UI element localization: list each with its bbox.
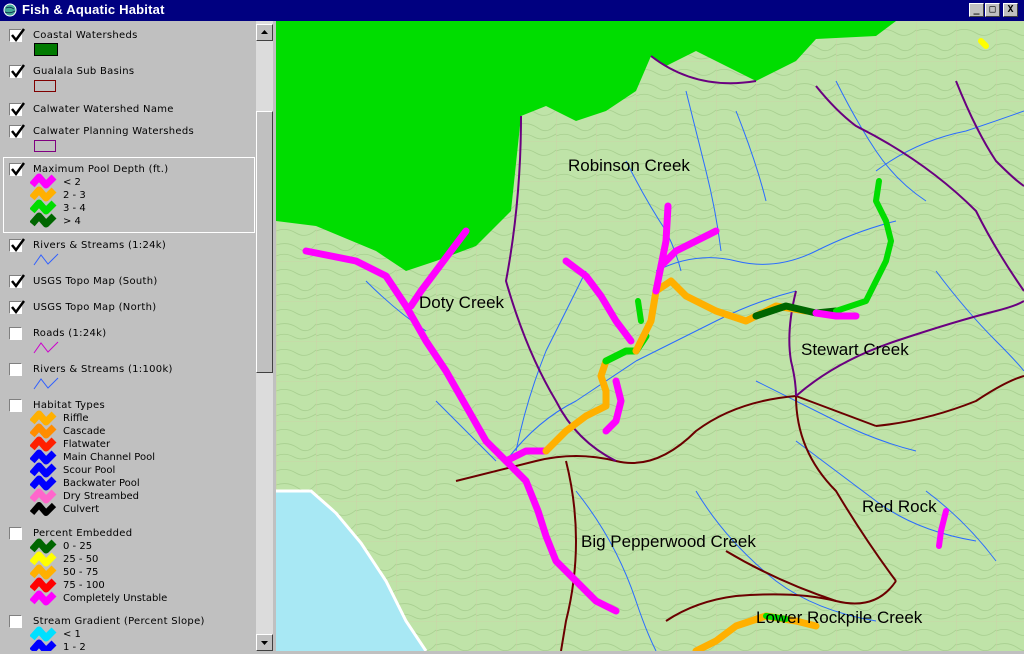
minimize-button[interactable]: _: [969, 3, 984, 17]
class-label: Backwater Pool: [63, 478, 140, 489]
line-swatch: [33, 377, 59, 390]
class-label: 2 - 3: [63, 190, 86, 201]
class-label: 25 - 50: [63, 554, 99, 565]
outline-swatch: [34, 140, 56, 152]
layer-name: Rivers & Streams (1:100k): [33, 364, 173, 375]
down-arrow-icon: [261, 641, 268, 645]
class-label: Main Channel Pool: [63, 452, 155, 463]
layer-checkbox[interactable]: [9, 238, 26, 253]
scroll-thumb[interactable]: [256, 111, 273, 373]
close-button[interactable]: X: [1003, 3, 1018, 17]
layer-checkbox[interactable]: [9, 615, 22, 628]
map-label: Stewart Creek: [801, 340, 909, 359]
map-label: Doty Creek: [419, 293, 505, 312]
map-canvas[interactable]: Robinson Creek Doty Creek Stewart Creek …: [276, 21, 1024, 651]
scroll-down-button[interactable]: [256, 634, 273, 651]
class-label: Completely Unstable: [63, 593, 168, 604]
legend-scrollbar[interactable]: [256, 21, 273, 651]
layer-checkbox[interactable]: [9, 274, 26, 289]
line-swatch: [33, 253, 59, 266]
layer-name: Rivers & Streams (1:24k): [33, 240, 167, 251]
class-label: Dry Streambed: [63, 491, 139, 502]
gradient-swatches: [30, 626, 57, 651]
map-label: Lower Rockpile Creek: [756, 608, 923, 627]
map-label: Robinson Creek: [568, 156, 690, 175]
layer-checkbox[interactable]: [9, 124, 26, 139]
scroll-up-button[interactable]: [256, 24, 273, 41]
class-label: Riffle: [63, 413, 89, 424]
layer-checkbox[interactable]: [9, 300, 26, 315]
layer-checkbox[interactable]: [9, 527, 22, 540]
class-label: Cascade: [63, 426, 106, 437]
layer-checkbox[interactable]: [9, 28, 26, 43]
layer-name: Calwater Watershed Name: [33, 104, 174, 115]
class-label: 3 - 4: [63, 203, 86, 214]
class-label: 75 - 100: [63, 580, 105, 591]
globe-icon: [3, 3, 18, 18]
maximize-button[interactable]: □: [985, 3, 1000, 17]
layer-checkbox[interactable]: [9, 399, 22, 412]
layer-checkbox[interactable]: [9, 102, 26, 117]
class-label: Culvert: [63, 504, 100, 515]
class-label: Scour Pool: [63, 465, 116, 476]
legend-panel[interactable]: Coastal Watersheds Gualala Sub Basins Ca…: [0, 21, 257, 651]
layer-checkbox[interactable]: [9, 327, 22, 340]
map-label: Red Rock: [862, 497, 937, 516]
map-view[interactable]: Robinson Creek Doty Creek Stewart Creek …: [276, 21, 1024, 651]
layer-name: Gualala Sub Basins: [33, 66, 135, 77]
habitat-swatches: [30, 410, 57, 516]
layer-checkbox[interactable]: [9, 64, 26, 79]
layer-name: Calwater Planning Watersheds: [33, 126, 195, 137]
up-arrow-icon: [261, 30, 268, 34]
class-label: Flatwater: [63, 439, 111, 450]
layer-checkbox[interactable]: [9, 162, 26, 177]
class-label: 0 - 25: [63, 541, 93, 552]
class-label: 50 - 75: [63, 567, 99, 578]
fill-swatch: [34, 43, 58, 56]
layer-name: USGS Topo Map (North): [33, 302, 157, 313]
class-label: < 2: [63, 177, 81, 188]
outline-swatch: [34, 80, 56, 92]
line-swatch: [33, 341, 59, 354]
class-label: 1 - 2: [63, 642, 86, 651]
layer-name: Coastal Watersheds: [33, 30, 138, 41]
layer-name: Roads (1:24k): [33, 328, 107, 339]
layer-checkbox[interactable]: [9, 363, 22, 376]
embedded-swatches: [30, 538, 57, 606]
pool-depth-swatches: [30, 173, 57, 228]
class-label: > 4: [63, 216, 81, 227]
layer-name: USGS Topo Map (South): [33, 276, 158, 287]
window-title: Fish & Aquatic Habitat: [22, 2, 165, 17]
title-bar[interactable]: Fish & Aquatic Habitat _ □ X: [0, 0, 1024, 21]
map-label: Big Pepperwood Creek: [581, 532, 756, 551]
class-label: < 1: [63, 629, 81, 640]
